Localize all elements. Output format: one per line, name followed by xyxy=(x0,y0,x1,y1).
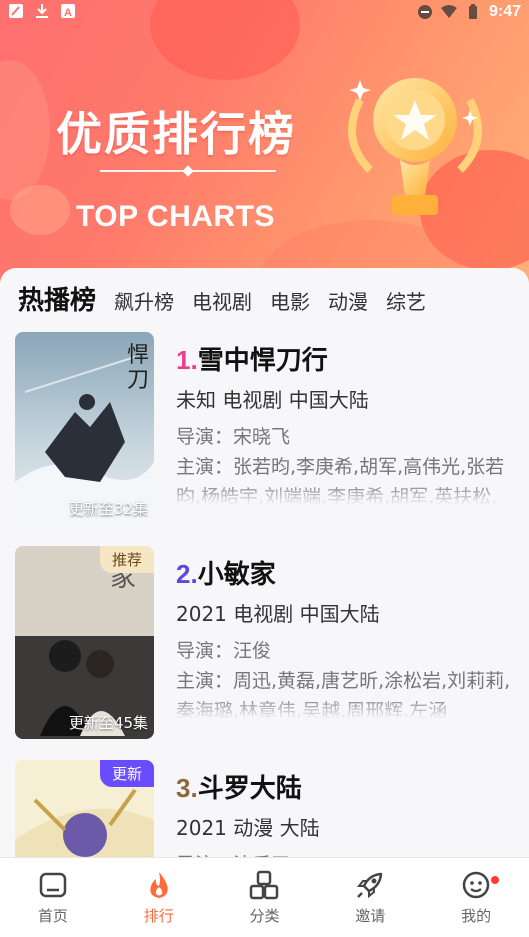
hero-banner: A 9:47 优质排行榜 TOP CHARTS xyxy=(0,0,529,290)
show-meta: 2021 电视剧 中国大陆 xyxy=(176,602,380,626)
list-item[interactable]: 家 推荐 更新至45集 2. 小敏家 2021 电视剧 中国大陆 导演：汪俊 主… xyxy=(0,546,529,746)
hero-subtitle: TOP CHARTS xyxy=(76,200,275,233)
nav-category[interactable]: 分类 xyxy=(212,858,318,937)
svg-text:A: A xyxy=(64,7,72,19)
wifi-icon xyxy=(440,5,457,18)
nav-home[interactable]: 首页 xyxy=(0,858,106,937)
nav-invite[interactable]: 邀请 xyxy=(317,858,423,937)
nav-label: 分类 xyxy=(249,907,280,925)
nav-ranking[interactable]: 排行 xyxy=(106,858,212,937)
profile-icon xyxy=(462,871,490,899)
poster-art: 家 xyxy=(15,546,154,739)
update-label: 更新至32集 xyxy=(68,500,148,518)
bottom-nav: 首页 排行 分类 邀请 我的 xyxy=(0,857,529,937)
decor-blob xyxy=(10,185,70,235)
dnd-icon xyxy=(417,5,432,19)
home-icon xyxy=(39,872,67,898)
show-director: 导演：汪俊 xyxy=(176,640,272,662)
rocket-icon xyxy=(357,872,383,899)
cast-fade xyxy=(176,696,516,718)
tab-variety[interactable]: 综艺 xyxy=(386,286,426,315)
status-bar: A 9:47 xyxy=(0,0,529,24)
tab-hot[interactable]: 热播榜 xyxy=(18,280,96,317)
decor-blob xyxy=(0,60,50,200)
update-badge: 更新 xyxy=(99,760,154,787)
recommend-badge: 推荐 xyxy=(99,546,154,573)
hero-title: 优质排行榜 xyxy=(56,107,296,161)
poster-art: 悍 刀 xyxy=(15,332,154,525)
tab-rising[interactable]: 飙升榜 xyxy=(114,286,174,315)
nav-label: 邀请 xyxy=(355,907,386,925)
title-line: 2. 小敏家 xyxy=(176,554,276,591)
app-a-icon: A xyxy=(61,4,75,19)
svg-text:刀: 刀 xyxy=(127,368,149,393)
update-label: 更新至45集 xyxy=(68,714,148,732)
title-line: 1. 雪中悍刀行 xyxy=(176,340,328,377)
cast-fade xyxy=(176,482,516,504)
hero-divider xyxy=(100,170,276,172)
rank-number: 3. xyxy=(176,773,198,803)
show-title[interactable]: 小敏家 xyxy=(198,554,276,591)
show-director: 导演：宋晓飞 xyxy=(176,426,291,448)
tab-anime[interactable]: 动漫 xyxy=(328,286,368,315)
notification-dot xyxy=(490,876,499,884)
download-icon xyxy=(36,4,48,18)
edit-icon xyxy=(9,4,23,18)
show-meta: 未知 电视剧 中国大陆 xyxy=(176,388,369,412)
tab-movie[interactable]: 电影 xyxy=(270,286,310,315)
title-line: 3. 斗罗大陆 xyxy=(176,768,302,805)
nav-label: 排行 xyxy=(143,907,174,925)
nav-profile[interactable]: 我的 xyxy=(423,858,529,937)
tab-tv[interactable]: 电视剧 xyxy=(192,286,252,315)
poster-image[interactable]: 家 推荐 更新至45集 xyxy=(15,546,154,739)
show-title[interactable]: 斗罗大陆 xyxy=(198,768,302,805)
battery-icon xyxy=(468,4,477,19)
trophy-icon xyxy=(348,78,482,215)
show-meta: 2021 动漫 大陆 xyxy=(176,816,320,840)
ranking-tabs: 热播榜 飙升榜 电视剧 电影 动漫 综艺 xyxy=(18,280,426,317)
rank-number: 1. xyxy=(176,345,198,375)
poster-image[interactable]: 悍 刀 更新至32集 xyxy=(15,332,154,525)
list-item[interactable]: 悍 刀 更新至32集 1. 雪中悍刀行 未知 电视剧 中国大陆 导演：宋晓飞 主… xyxy=(0,332,529,532)
nav-label: 我的 xyxy=(461,907,492,925)
rank-number: 2. xyxy=(176,559,198,589)
fire-icon xyxy=(150,872,168,898)
category-icon xyxy=(250,870,279,900)
status-time: 9:47 xyxy=(488,3,521,20)
nav-label: 首页 xyxy=(37,907,68,925)
svg-text:悍: 悍 xyxy=(127,343,149,368)
show-title[interactable]: 雪中悍刀行 xyxy=(198,340,328,377)
